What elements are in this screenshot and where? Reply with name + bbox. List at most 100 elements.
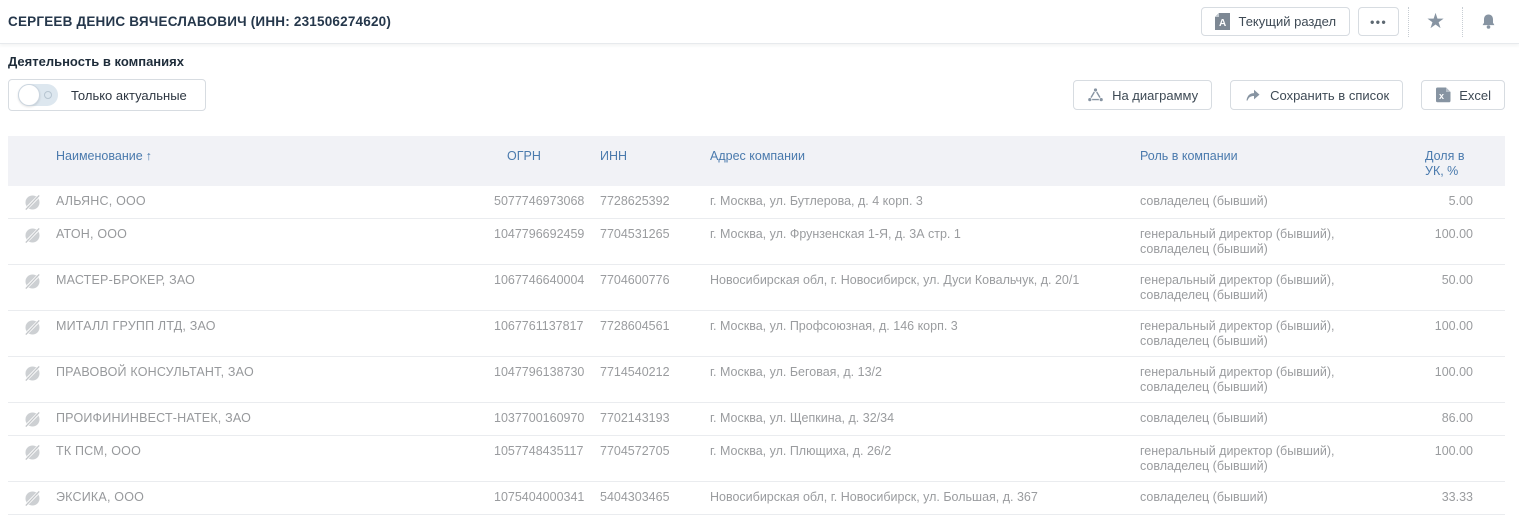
column-header-ogrn[interactable]: ОГРН — [494, 136, 600, 164]
company-name[interactable]: АТОН, ООО — [56, 227, 494, 242]
table-row[interactable]: АТОН, ООО 1047796692459 7704531265 г. Мо… — [8, 219, 1505, 265]
current-section-button[interactable]: A Текущий раздел — [1201, 7, 1350, 36]
company-address: г. Москва, ул. Бутлерова, д. 4 корп. 3 — [710, 194, 1140, 209]
table-row[interactable]: МИТАЛЛ ГРУПП ЛТД, ЗАО 1067761137817 7728… — [8, 311, 1505, 357]
table-body: АЛЬЯНС, ООО 5077746973068 7728625392 г. … — [8, 186, 1505, 515]
inactive-company-icon — [24, 194, 41, 211]
company-role: генеральный директор (бывший), совладеле… — [1140, 273, 1405, 303]
svg-text:A: A — [1219, 18, 1226, 29]
inactive-company-icon — [24, 319, 41, 336]
excel-export-button[interactable]: x Excel — [1421, 80, 1505, 110]
company-address: Новосибирская обл, г. Новосибирск, ул. Д… — [710, 273, 1140, 288]
company-ogrn: 1067746640004 — [494, 273, 600, 288]
toggle-label: Только актуальные — [71, 88, 187, 103]
inactive-company-icon — [24, 444, 41, 461]
company-share: 100.00 — [1405, 365, 1505, 380]
company-address: Новосибирская обл, г. Новосибирск, ул. Б… — [710, 490, 1140, 505]
company-share: 100.00 — [1405, 227, 1505, 242]
company-name[interactable]: ЭКСИКА, ООО — [56, 490, 494, 505]
to-diagram-label: На диаграмму — [1112, 88, 1198, 103]
company-role: генеральный директор (бывший), совладеле… — [1140, 319, 1405, 349]
save-to-list-label: Сохранить в список — [1270, 88, 1389, 103]
company-inn: 7728604561 — [600, 319, 710, 334]
bell-icon — [1480, 13, 1497, 31]
company-name[interactable]: МАСТЕР-БРОКЕР, ЗАО — [56, 273, 494, 288]
diagram-icon — [1087, 87, 1104, 103]
company-inn: 7728625392 — [600, 194, 710, 209]
company-share: 5.00 — [1405, 194, 1505, 209]
header-actions: A Текущий раздел ••• ★ — [1201, 7, 1505, 37]
company-share: 86.00 — [1405, 411, 1505, 426]
notifications-button[interactable] — [1472, 11, 1505, 33]
table-row[interactable]: ТК ПСМ, ООО 1057748435117 7704572705 г. … — [8, 436, 1505, 482]
table-actions: На диаграмму Сохранить в список x Excel — [1073, 80, 1505, 110]
company-ogrn: 1067761137817 — [494, 319, 600, 334]
separator — [1462, 7, 1463, 37]
company-address: г. Москва, ул. Фрунзенская 1-Я, д. 3А ст… — [710, 227, 1140, 242]
company-name[interactable]: МИТАЛЛ ГРУПП ЛТД, ЗАО — [56, 319, 494, 334]
company-name[interactable]: ТК ПСМ, ООО — [56, 444, 494, 459]
companies-table: Наименование↑ ОГРН ИНН Адрес компании Ро… — [8, 136, 1505, 515]
column-header-inn[interactable]: ИНН — [600, 136, 710, 164]
controls-row: Только актуальные На диаграмму Сохранить… — [0, 71, 1519, 111]
toggle-switch-off[interactable] — [18, 84, 58, 106]
company-ogrn: 1047796138730 — [494, 365, 600, 380]
company-ogrn: 1037700160970 — [494, 411, 600, 426]
inactive-company-icon — [24, 273, 41, 290]
favorite-star-button[interactable]: ★ — [1418, 9, 1453, 34]
page-title: СЕРГЕЕВ ДЕНИС ВЯЧЕСЛАВОВИЧ (ИНН: 2315062… — [8, 14, 391, 29]
column-header-name[interactable]: Наименование↑ — [56, 136, 494, 164]
to-diagram-button[interactable]: На диаграмму — [1073, 80, 1212, 110]
toggle-dot — [44, 91, 52, 99]
company-share: 100.00 — [1405, 444, 1505, 459]
separator — [1408, 7, 1409, 37]
column-header-role[interactable]: Роль в компании — [1140, 136, 1405, 164]
column-header-address[interactable]: Адрес компании — [710, 136, 1140, 164]
company-role: совладелец (бывший) — [1140, 490, 1405, 505]
column-header-share[interactable]: Доля в УК, % — [1405, 136, 1482, 179]
company-name[interactable]: АЛЬЯНС, ООО — [56, 194, 494, 209]
company-inn: 7704572705 — [600, 444, 710, 459]
company-role: генеральный директор (бывший), совладеле… — [1140, 365, 1405, 395]
svg-text:x: x — [1439, 91, 1444, 101]
inactive-company-icon — [24, 227, 41, 244]
actual-only-toggle[interactable]: Только актуальные — [8, 79, 206, 111]
company-inn: 7702143193 — [600, 411, 710, 426]
inactive-company-icon — [24, 490, 41, 507]
excel-file-icon: x — [1435, 87, 1451, 103]
table-row[interactable]: МАСТЕР-БРОКЕР, ЗАО 1067746640004 7704600… — [8, 265, 1505, 311]
pdf-file-icon: A — [1215, 13, 1230, 30]
company-role: совладелец (бывший) — [1140, 411, 1405, 426]
current-section-label: Текущий раздел — [1238, 14, 1336, 29]
company-inn: 7704600776 — [600, 273, 710, 288]
save-to-list-button[interactable]: Сохранить в список — [1230, 80, 1403, 110]
table-row[interactable]: АЛЬЯНС, ООО 5077746973068 7728625392 г. … — [8, 186, 1505, 219]
company-role: совладелец (бывший) — [1140, 194, 1405, 209]
inactive-company-icon — [24, 365, 41, 382]
company-address: г. Москва, ул. Беговая, д. 13/2 — [710, 365, 1140, 380]
company-address: г. Москва, ул. Щепкина, д. 32/34 — [710, 411, 1140, 426]
company-share: 33.33 — [1405, 490, 1505, 505]
table-row[interactable]: ПРОИФИНИНВЕСТ-НАТЕК, ЗАО 1037700160970 7… — [8, 403, 1505, 436]
column-header-icon — [8, 136, 56, 149]
company-address: г. Москва, ул. Профсоюзная, д. 146 корп.… — [710, 319, 1140, 334]
company-name[interactable]: ПРОИФИНИНВЕСТ-НАТЕК, ЗАО — [56, 411, 494, 426]
company-share: 50.00 — [1405, 273, 1505, 288]
company-ogrn: 5077746973068 — [494, 194, 600, 209]
excel-label: Excel — [1459, 88, 1491, 103]
table-row[interactable]: ПРАВОВОЙ КОНСУЛЬТАНТ, ЗАО 1047796138730 … — [8, 357, 1505, 403]
section-title: Деятельность в компаниях — [0, 44, 1519, 71]
company-inn: 5404303465 — [600, 490, 710, 505]
company-ogrn: 1057748435117 — [494, 444, 600, 459]
more-actions-button[interactable]: ••• — [1358, 7, 1399, 36]
page-header: СЕРГЕЕВ ДЕНИС ВЯЧЕСЛАВОВИЧ (ИНН: 2315062… — [0, 0, 1519, 44]
company-name[interactable]: ПРАВОВОЙ КОНСУЛЬТАНТ, ЗАО — [56, 365, 494, 380]
forward-arrow-icon — [1244, 87, 1262, 103]
company-ogrn: 1075404000341 — [494, 490, 600, 505]
table-row[interactable]: ЭКСИКА, ООО 1075404000341 5404303465 Нов… — [8, 482, 1505, 515]
company-address: г. Москва, ул. Плющиха, д. 26/2 — [710, 444, 1140, 459]
toggle-knob — [18, 84, 40, 106]
company-role: генеральный директор (бывший), совладеле… — [1140, 227, 1405, 257]
company-inn: 7704531265 — [600, 227, 710, 242]
company-share: 100.00 — [1405, 319, 1505, 334]
